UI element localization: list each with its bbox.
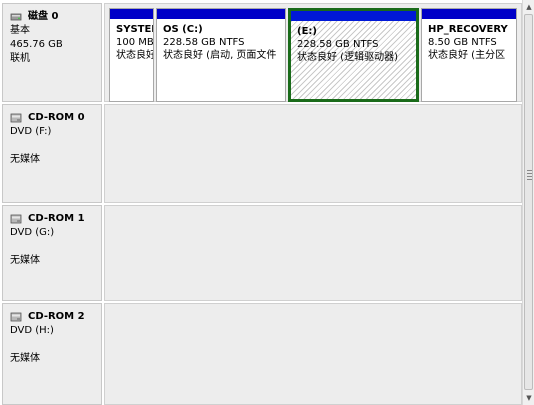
cdrom-icon xyxy=(10,112,22,124)
partition-os-c[interactable]: OS (C:) 228.58 GB NTFS 状态良好 (启动, 页面文件 xyxy=(156,8,286,102)
partition-hp-recovery[interactable]: HP_RECOVERY 8.50 GB NTFS 状态良好 (主分区 xyxy=(421,8,517,102)
disk-0-partitions: SYSTEM 100 MB 状态良好 OS (C:) 228.58 GB NTF… xyxy=(104,3,522,102)
hard-disk-icon xyxy=(10,11,22,23)
partition-bar xyxy=(422,9,516,19)
partition-bar xyxy=(291,11,416,21)
cdrom-icon xyxy=(10,213,22,225)
partition-size: 228.58 GB NTFS xyxy=(297,39,379,50)
partition-size: 8.50 GB NTFS xyxy=(428,37,497,48)
media-status: 无媒体 xyxy=(10,255,40,266)
partition-status: 状态良好 (逻辑驱动器) xyxy=(297,52,398,63)
drive-letter: DVD (H:) xyxy=(10,325,54,336)
partition-name: HP_RECOVERY xyxy=(428,24,508,35)
cdrom-1-body xyxy=(104,205,522,301)
drive-letter: DVD (G:) xyxy=(10,227,55,238)
disk-map-pane: 磁盘 0 基本 465.76 GB 联机 SYSTEM 100 MB 状态良好 … xyxy=(0,0,522,405)
disk-status: 联机 xyxy=(10,53,30,64)
disk-title: CD-ROM 2 xyxy=(28,311,85,322)
disk-type: 基本 xyxy=(10,25,30,36)
partition-size: 100 MB xyxy=(116,37,154,48)
drive-letter: DVD (F:) xyxy=(10,126,52,137)
partition-name: (E:) xyxy=(297,26,317,37)
cdrom-2-label[interactable]: CD-ROM 2 DVD (H:) 无媒体 xyxy=(2,303,102,405)
partition-bar xyxy=(157,9,285,19)
cdrom-2-body xyxy=(104,303,522,405)
disk-row-cdrom-1[interactable]: CD-ROM 1 DVD (G:) 无媒体 xyxy=(0,205,522,301)
disk-row-0[interactable]: 磁盘 0 基本 465.76 GB 联机 SYSTEM 100 MB 状态良好 … xyxy=(0,3,522,102)
partition-size: 228.58 GB NTFS xyxy=(163,37,245,48)
partition-e[interactable]: (E:) 228.58 GB NTFS 状态良好 (逻辑驱动器) xyxy=(288,8,419,102)
disk-row-cdrom-2[interactable]: CD-ROM 2 DVD (H:) 无媒体 xyxy=(0,303,522,405)
disk-size: 465.76 GB xyxy=(10,39,63,50)
cdrom-0-body xyxy=(104,104,522,203)
disk-0-label[interactable]: 磁盘 0 基本 465.76 GB 联机 xyxy=(2,3,102,102)
partition-name: SYSTEM xyxy=(116,24,153,35)
disk-title: 磁盘 0 xyxy=(28,11,59,22)
partition-bar xyxy=(110,9,153,19)
partition-status: 状态良好 (主分区 xyxy=(428,50,506,61)
disk-title: CD-ROM 0 xyxy=(28,112,85,123)
partition-name: OS (C:) xyxy=(163,24,203,35)
scroll-down-icon[interactable]: ▼ xyxy=(524,392,534,404)
media-status: 无媒体 xyxy=(10,353,40,364)
cdrom-0-label[interactable]: CD-ROM 0 DVD (F:) 无媒体 xyxy=(2,104,102,203)
partition-system[interactable]: SYSTEM 100 MB 状态良好 xyxy=(109,8,154,102)
grip-icon xyxy=(527,170,532,180)
partition-status: 状态良好 xyxy=(116,50,154,61)
partition-status: 状态良好 (启动, 页面文件 xyxy=(163,50,277,61)
media-status: 无媒体 xyxy=(10,154,40,165)
disk-row-cdrom-0[interactable]: CD-ROM 0 DVD (F:) 无媒体 xyxy=(0,104,522,203)
vertical-scrollbar[interactable]: ▲ ▼ xyxy=(522,0,534,405)
cdrom-icon xyxy=(10,311,22,323)
disk-title: CD-ROM 1 xyxy=(28,213,85,224)
cdrom-1-label[interactable]: CD-ROM 1 DVD (G:) 无媒体 xyxy=(2,205,102,301)
scrollbar-thumb[interactable] xyxy=(524,14,533,390)
scroll-up-icon[interactable]: ▲ xyxy=(524,1,534,13)
